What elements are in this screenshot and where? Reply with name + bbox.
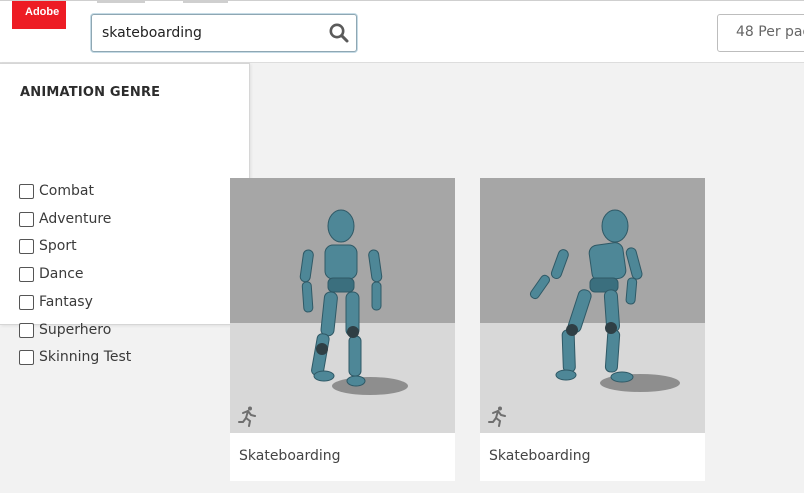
filter-option-label: Dance — [39, 266, 84, 282]
search-input[interactable] — [102, 23, 322, 43]
checkbox[interactable] — [19, 349, 34, 365]
search-box[interactable] — [91, 14, 357, 52]
filter-option-skinning-test[interactable]: Skinning Test — [19, 347, 131, 367]
filter-option-label: Adventure — [39, 211, 112, 227]
filter-option-label: Superhero — [39, 322, 112, 338]
animation-thumbnail[interactable] — [480, 178, 705, 433]
per-page-select[interactable]: 48 Per page — [717, 14, 804, 52]
adobe-logo[interactable]: Adobe — [12, 1, 66, 29]
running-figure-icon — [486, 405, 508, 427]
running-figure-icon — [236, 405, 258, 427]
filter-option-label: Fantasy — [39, 294, 93, 310]
filter-option-combat[interactable]: Combat — [19, 181, 94, 201]
checkbox[interactable] — [19, 322, 34, 338]
filter-option-label: Combat — [39, 183, 94, 199]
tab-indicator — [183, 1, 228, 3]
tab-indicator — [97, 1, 145, 3]
filter-option-fantasy[interactable]: Fantasy — [19, 292, 93, 312]
search-icon[interactable] — [328, 22, 350, 44]
checkbox[interactable] — [19, 238, 34, 254]
filter-option-superhero[interactable]: Superhero — [19, 320, 111, 340]
checkbox[interactable] — [19, 294, 34, 310]
filter-option-label: Sport — [39, 238, 77, 254]
animation-title: Skateboarding — [489, 448, 591, 464]
filter-title: ANIMATION GENRE — [20, 85, 161, 100]
filter-option-adventure[interactable]: Adventure — [19, 209, 111, 229]
animation-thumbnail[interactable] — [230, 178, 455, 433]
checkbox[interactable] — [19, 183, 34, 199]
filter-option-label: Skinning Test — [39, 349, 132, 365]
filter-option-dance[interactable]: Dance — [19, 264, 84, 284]
top-bar: Adobe 48 Per page — [0, 0, 804, 63]
checkbox[interactable] — [19, 266, 34, 282]
animation-title: Skateboarding — [239, 448, 341, 464]
checkbox[interactable] — [19, 211, 34, 227]
filter-option-sport[interactable]: Sport — [19, 236, 77, 256]
animation-card[interactable]: Skateboarding — [230, 178, 455, 481]
genre-filter-panel: ANIMATION GENRE Combat Adventure Sport D… — [0, 63, 250, 365]
animation-card[interactable]: Skateboarding — [480, 178, 705, 481]
